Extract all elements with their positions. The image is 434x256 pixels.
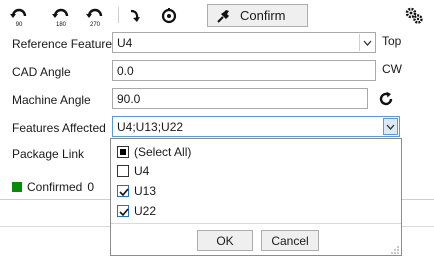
option-label: U13 [134, 184, 157, 198]
refresh-button[interactable] [378, 91, 394, 107]
toolbar: 90 180 270 Confirm [0, 0, 434, 30]
status-label: Confirmed [27, 180, 83, 194]
check-icon [119, 188, 129, 197]
rotate-90-icon: 90 [10, 8, 27, 27]
svg-text:90: 90 [16, 22, 23, 27]
target-button[interactable] [156, 4, 182, 28]
toolbar-separator [118, 7, 119, 23]
cad-angle-direction: CW [382, 62, 402, 76]
status-count: 0 [87, 180, 95, 194]
rotate-arrow-icon [130, 9, 140, 22]
svg-text:180: 180 [56, 22, 67, 27]
confirm-button[interactable]: Confirm [207, 4, 308, 27]
reference-side-text: Top [382, 34, 402, 48]
package-link-label: Package Link [12, 147, 85, 161]
u4-checkbox[interactable] [117, 165, 129, 177]
features-dropdown: (Select All) U4 U13 U22 OK Cancel [110, 138, 402, 256]
machine-angle-label: Machine Angle [12, 93, 91, 107]
cad-angle-label: CAD Angle [12, 65, 71, 79]
gears-icon [405, 7, 423, 24]
status-indicator: Confirmed 0 [12, 180, 94, 194]
pin-icon [217, 9, 229, 23]
chevron-down-icon[interactable] [359, 34, 374, 51]
rotate-270-button[interactable]: 270 [82, 4, 108, 28]
dropdown-footer: OK Cancel [111, 223, 401, 256]
reference-feature-combobox[interactable]: U4 [112, 32, 376, 53]
confirm-label: Confirm [240, 8, 286, 23]
cad-angle-value: 0.0 [117, 64, 134, 78]
machine-angle-value: 90.0 [117, 92, 141, 106]
u22-checkbox[interactable] [117, 205, 129, 217]
features-affected-label: Features Affected [12, 121, 106, 135]
rotate-270-icon: 270 [86, 8, 103, 27]
status-square-icon [12, 182, 22, 192]
option-label: U4 [134, 164, 150, 178]
machine-angle-input[interactable]: 90.0 [112, 88, 368, 109]
option-u4[interactable]: U4 [117, 163, 149, 179]
svg-text:270: 270 [90, 22, 101, 27]
rotate-90-button[interactable]: 90 [6, 4, 32, 28]
option-u13[interactable]: U13 [117, 183, 156, 199]
ok-button[interactable]: OK [197, 230, 253, 251]
u13-checkbox[interactable] [117, 185, 129, 197]
option-label: (Select All) [134, 145, 192, 159]
cancel-button[interactable]: Cancel [261, 230, 319, 251]
rotate-180-icon: 180 [52, 8, 69, 27]
option-label: U22 [134, 204, 157, 218]
chevron-down-icon[interactable] [383, 118, 398, 135]
rotate-arrow-button[interactable] [122, 4, 148, 28]
features-affected-value: U4;U13;U22 [117, 120, 184, 134]
reference-feature-value: U4 [117, 36, 133, 50]
reference-feature-label: Reference Feature [12, 37, 113, 51]
resize-grip-icon[interactable] [391, 246, 399, 254]
refresh-icon [379, 91, 393, 106]
select-all-option[interactable]: (Select All) [117, 144, 191, 160]
check-icon [119, 208, 129, 217]
cad-angle-input[interactable]: 0.0 [112, 60, 376, 81]
features-affected-combobox[interactable]: U4;U13;U22 [112, 116, 400, 137]
option-u22[interactable]: U22 [117, 203, 156, 219]
rotate-180-button[interactable]: 180 [48, 4, 74, 28]
select-all-checkbox[interactable] [117, 146, 129, 158]
settings-button[interactable] [403, 6, 425, 26]
target-icon [161, 8, 177, 24]
